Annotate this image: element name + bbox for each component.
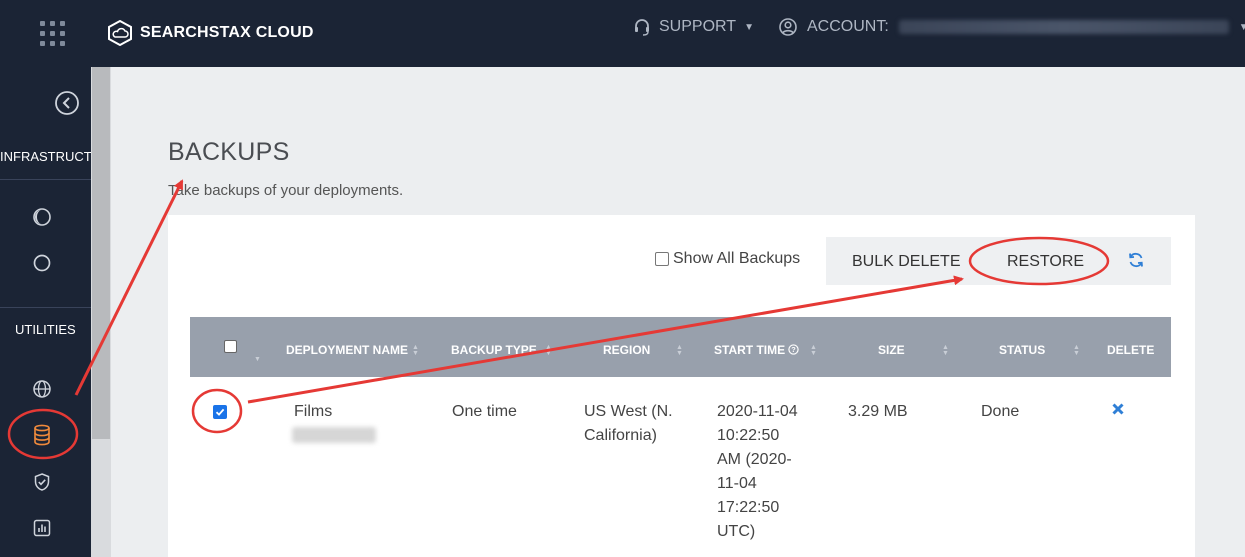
account-menu[interactable]: ACCOUNT: ▼	[779, 18, 1245, 36]
column-header-deployment-name[interactable]: DEPLOYMENT NAME	[286, 343, 408, 357]
column-header-start-time[interactable]: START TIME ?	[714, 343, 800, 357]
column-header-size[interactable]: SIZE	[878, 343, 905, 357]
region-line: California)	[584, 427, 657, 444]
globe-icon[interactable]	[27, 374, 57, 404]
start-time-line: 10:22:50	[717, 427, 780, 444]
bulk-delete-button[interactable]: BULK DELETE	[852, 253, 960, 271]
brand-name: SEARCHSTAX CLOUD	[140, 24, 314, 41]
start-time-line: UTC)	[717, 523, 756, 540]
sidebar-scrollbar-thumb[interactable]	[92, 67, 110, 439]
start-time-label: START TIME	[714, 343, 786, 357]
sidebar: INFRASTRUCTU UTILITIES	[0, 67, 91, 557]
bar-chart-icon[interactable]	[27, 513, 57, 543]
region-line: US West (N.	[584, 403, 673, 420]
sort-icon[interactable]: ▲ ▼	[412, 344, 419, 357]
start-time-line: 11-04	[717, 475, 757, 492]
column-header-backup-type[interactable]: BACKUP TYPE	[451, 343, 537, 357]
sort-icon[interactable]: ▲ ▼	[676, 344, 683, 357]
restore-button[interactable]: RESTORE	[1007, 253, 1084, 271]
support-label: SUPPORT	[659, 18, 737, 35]
column-header-region[interactable]: REGION	[603, 343, 650, 357]
cloud-hexagon-icon	[108, 20, 132, 46]
row-select-checkbox[interactable]	[213, 405, 227, 419]
support-menu[interactable]: SUPPORT ▼	[633, 18, 754, 36]
deployment-id-redacted	[292, 427, 376, 443]
user-circle-icon	[779, 18, 797, 36]
start-time-line: 2020-11-04	[717, 403, 798, 420]
brand-logo[interactable]: SEARCHSTAX CLOUD	[108, 19, 314, 47]
svg-text:?: ?	[792, 345, 797, 354]
sort-icon[interactable]: ▲ ▼	[1073, 344, 1080, 357]
start-time-line: 17:22:50	[717, 499, 780, 516]
backup-type-cell: One time	[452, 403, 517, 420]
checkbox-box[interactable]	[655, 252, 669, 266]
sort-desc-icon[interactable]: ▼	[254, 356, 261, 363]
region-cell: US West (N. California)	[584, 400, 673, 448]
start-time-line: AM (2020-	[717, 451, 792, 468]
sidebar-section-infrastructure: INFRASTRUCTU	[0, 149, 91, 164]
delete-x-icon[interactable]	[1111, 402, 1127, 418]
headset-icon	[635, 19, 649, 36]
sidebar-divider	[0, 179, 91, 180]
column-header-delete: DELETE	[1107, 343, 1155, 357]
chevron-down-icon: ▼	[744, 21, 754, 33]
sidebar-divider	[0, 307, 91, 308]
checkmark-icon	[215, 408, 225, 416]
collapse-sidebar-icon[interactable]	[52, 88, 82, 118]
account-name-redacted	[898, 20, 1229, 34]
database-icon[interactable]	[27, 420, 57, 450]
sidebar-item-circle-icon[interactable]	[27, 248, 57, 278]
sidebar-item-deployments-icon[interactable]	[27, 202, 57, 232]
sort-icon[interactable]: ▲ ▼	[810, 344, 817, 357]
page-subtitle: Take backups of your deployments.	[168, 182, 404, 199]
column-header-status[interactable]: STATUS	[999, 343, 1045, 357]
size-cell: 3.29 MB	[848, 403, 908, 420]
apps-grid-icon[interactable]	[40, 21, 66, 47]
show-all-backups-label: Show All Backups	[673, 250, 801, 267]
toolbar-button-group: BULK DELETE RESTORE	[826, 237, 1171, 285]
start-time-cell: 2020-11-04 10:22:50 AM (2020- 11-04 17:2…	[717, 400, 798, 544]
top-bar: SEARCHSTAX CLOUD SUPPORT ▼ ACCOUNT: ▼	[0, 0, 1245, 67]
sort-icon[interactable]: ▲ ▼	[545, 344, 552, 357]
refresh-icon[interactable]	[1125, 249, 1147, 271]
table-header: ▼ DEPLOYMENT NAME ▲ ▼ BACKUP TYPE ▲ ▼ REGI…	[190, 317, 1171, 377]
show-all-backups-checkbox[interactable]: Show All Backups	[655, 250, 800, 268]
account-label: ACCOUNT:	[807, 18, 889, 35]
page-title: BACKUPS	[168, 138, 290, 166]
sort-icon[interactable]: ▲ ▼	[942, 344, 949, 357]
sidebar-section-utilities: UTILITIES	[15, 322, 76, 337]
help-circle-icon[interactable]: ?	[788, 344, 800, 355]
deployment-name-cell[interactable]: Films	[294, 400, 332, 424]
select-all-checkbox[interactable]	[224, 340, 237, 353]
status-cell: Done	[981, 403, 1020, 420]
shield-check-icon[interactable]	[27, 467, 57, 497]
chevron-down-icon: ▼	[1238, 21, 1245, 33]
